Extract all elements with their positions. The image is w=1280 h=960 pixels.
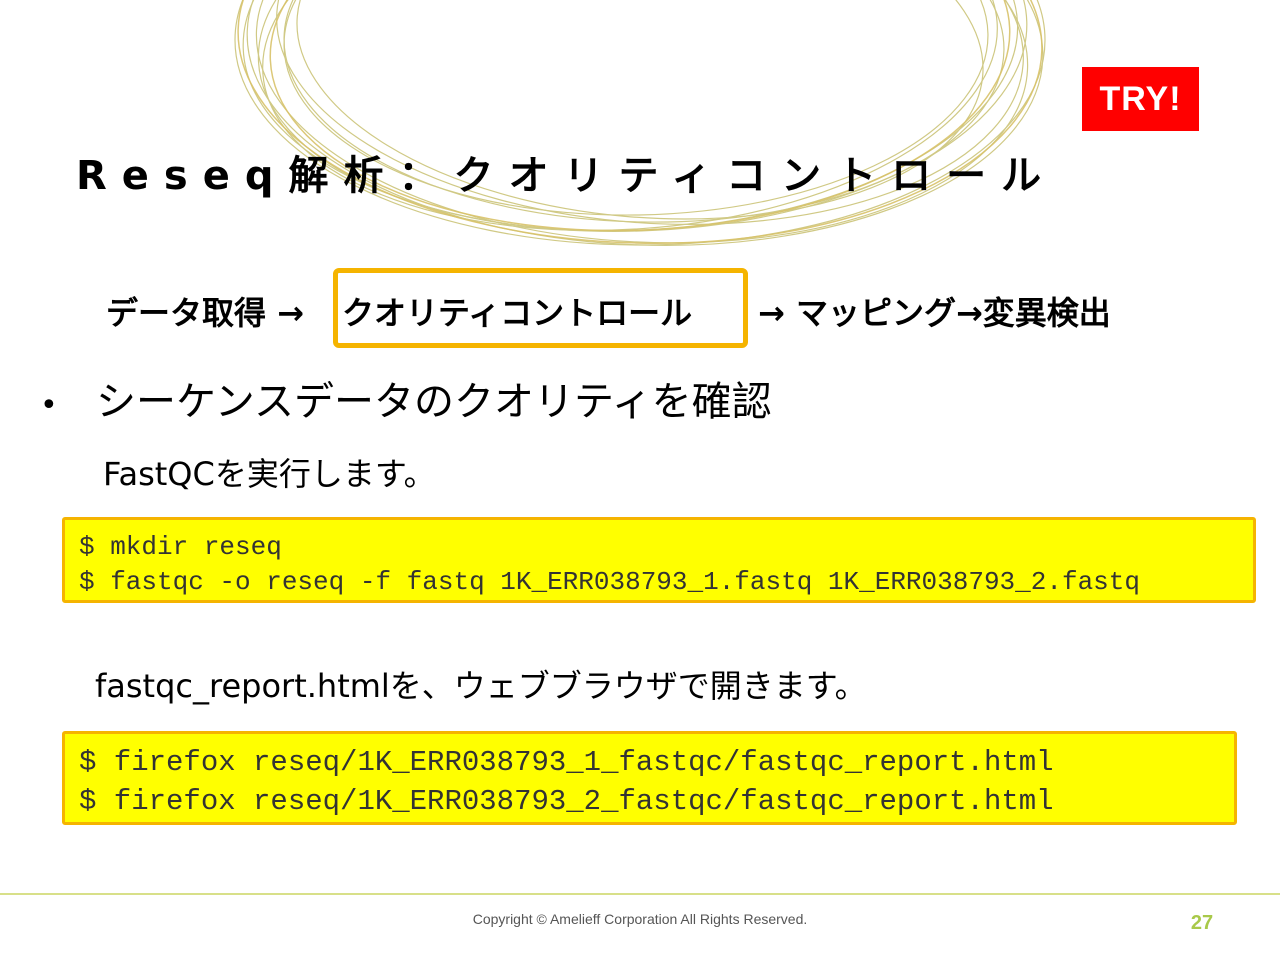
slide: TRY! Reseq解析：クオリティコントロール データ取得 → クオリティコン…: [0, 0, 1280, 960]
bullet-icon: •: [40, 388, 58, 423]
copyright-text: Copyright © Amelieff Corporation All Rig…: [472, 911, 808, 927]
bullet-text: シーケンスデータのクオリティを確認: [96, 379, 772, 425]
step-run-fastqc-text: FastQCを実行します。: [103, 455, 436, 493]
code-block-fastqc: $ mkdir reseq $ fastqc -o reseq -f fastq …: [62, 517, 1256, 603]
page-number: 27: [1190, 912, 1214, 934]
workflow-step-after: → マッピング→変異検出: [758, 294, 1111, 332]
try-badge: TRY!: [1082, 67, 1199, 131]
code-block-firefox: $ firefox reseq/1K_ERR038793_1_fastqc/fa…: [62, 731, 1237, 825]
code-line: $ fastqc -o reseq -f fastq 1K_ERR038793_…: [79, 567, 1140, 597]
code-line: $ firefox reseq/1K_ERR038793_2_fastqc/fa…: [79, 785, 1054, 818]
workflow-step-current: クオリティコントロール: [342, 294, 693, 332]
slide-title: Reseq解析：クオリティコントロール: [76, 153, 1057, 199]
step-open-report-text: fastqc_report.htmlを、ウェブブラウザで開きます。: [95, 667, 867, 705]
workflow-step-before: データ取得 →: [106, 294, 304, 332]
footer-divider: [0, 893, 1280, 895]
code-line: $ firefox reseq/1K_ERR038793_1_fastqc/fa…: [79, 746, 1054, 779]
bullet-item: • シーケンスデータのクオリティを確認: [40, 372, 772, 436]
code-line: $ mkdir reseq: [79, 532, 282, 562]
